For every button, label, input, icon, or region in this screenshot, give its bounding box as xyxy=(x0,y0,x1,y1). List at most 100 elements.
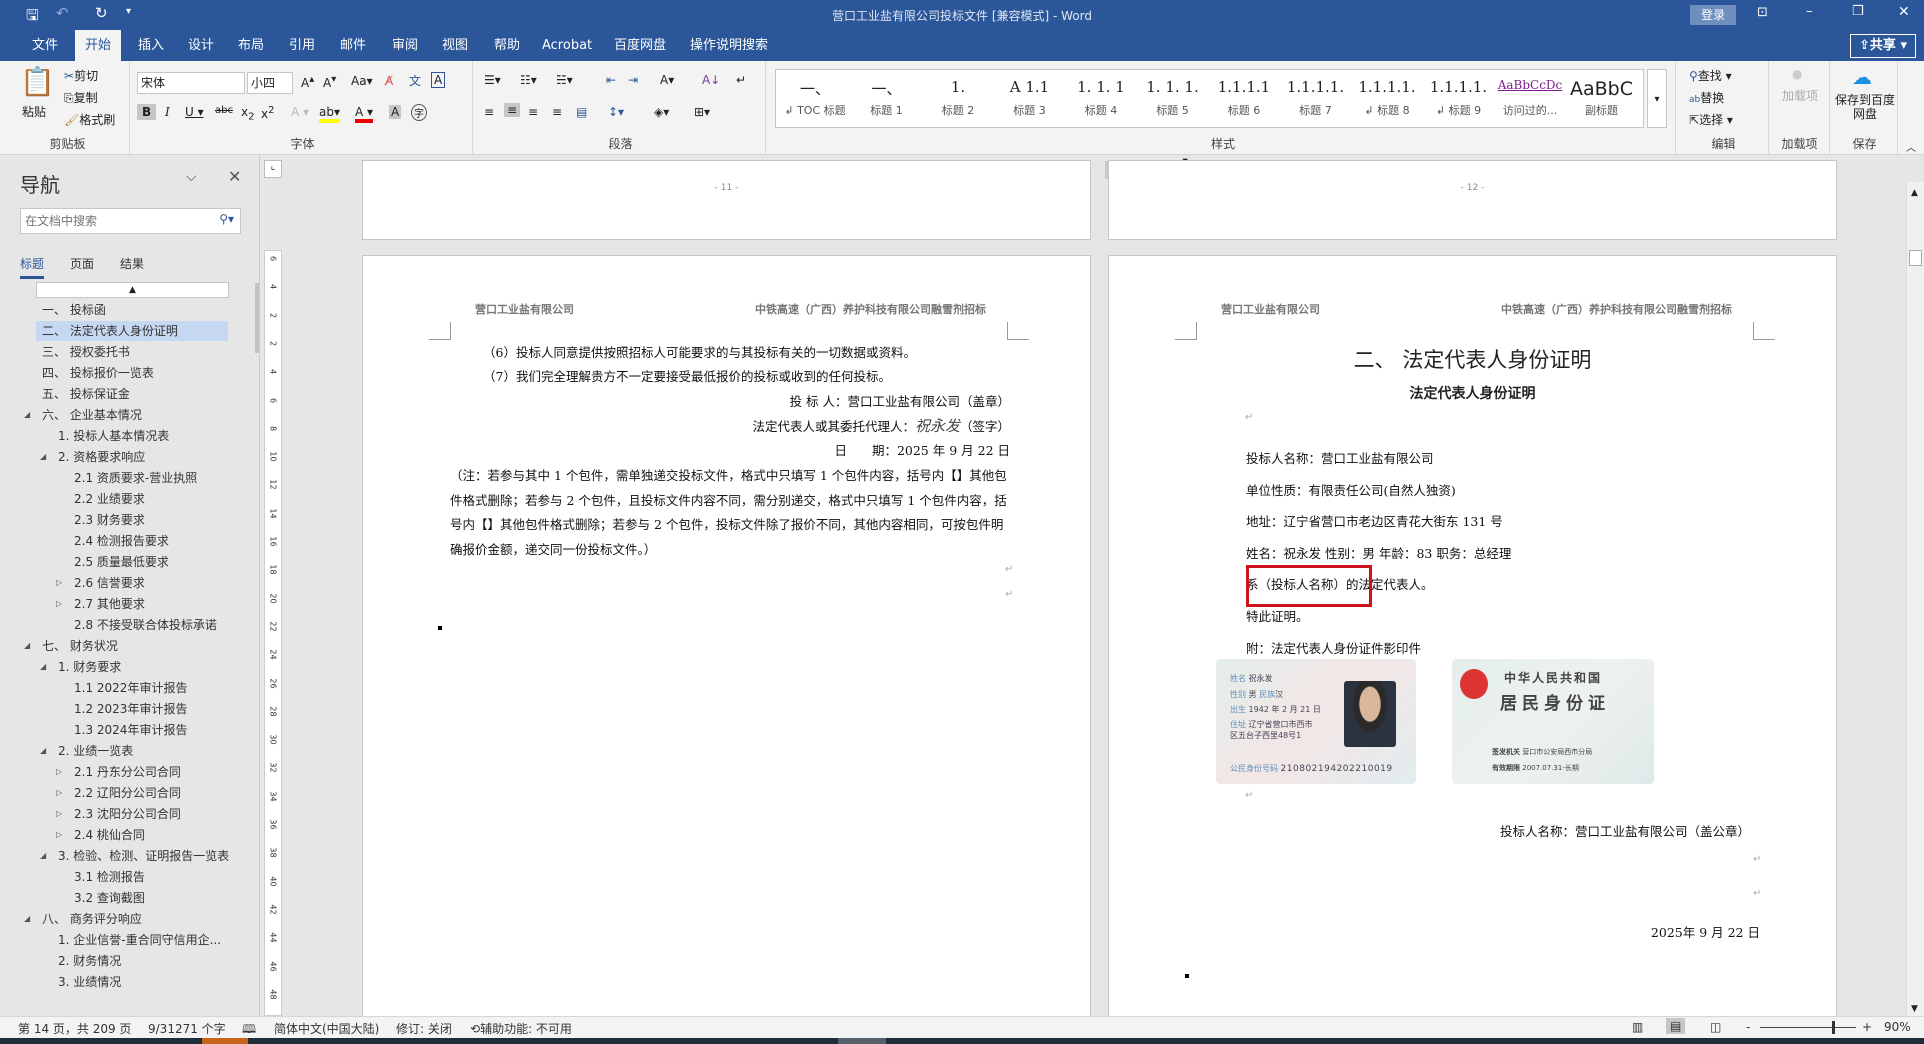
decrease-indent-icon[interactable]: ⇤ xyxy=(606,73,616,87)
show-marks-icon[interactable]: ↵ xyxy=(736,73,746,87)
enclose-char-icon[interactable]: 字 xyxy=(411,104,427,121)
align-center-icon[interactable]: ≡ xyxy=(504,103,521,117)
change-case-icon[interactable]: Aa▾ xyxy=(351,74,373,88)
page-count[interactable]: 第 14 页，共 209 页 xyxy=(18,1020,131,1037)
collapse-triangle-icon[interactable]: ◢ xyxy=(24,410,34,419)
underline-button[interactable]: U ▾ xyxy=(185,105,204,119)
nav-options-icon[interactable]: ⌵ xyxy=(186,169,197,185)
shrink-font-icon[interactable]: A▾ xyxy=(323,74,336,90)
accessibility-status[interactable]: ⟲辅助功能: 不可用 xyxy=(470,1020,572,1037)
nav-heading-item[interactable]: 1.3 2024年审计报告 xyxy=(36,720,228,740)
ribbon-display-icon[interactable]: ⊡ xyxy=(1757,5,1768,20)
style-item[interactable]: 1. 标题 2 xyxy=(925,70,991,127)
style-item[interactable]: AaBbC 副标题 xyxy=(1569,70,1635,127)
replace-button[interactable]: ab替换 xyxy=(1689,89,1724,106)
collapse-triangle-icon[interactable]: ◢ xyxy=(24,914,34,923)
multilevel-list-icon[interactable]: ☵▾ xyxy=(556,73,573,87)
nav-heading-item[interactable]: 2.8 不接受联合体投标承诺 xyxy=(36,615,228,635)
tab-12[interactable]: 操作说明搜索 xyxy=(680,30,778,61)
addins-button[interactable]: 加载项 xyxy=(1778,87,1822,104)
collapse-triangle-icon[interactable]: ◢ xyxy=(40,662,50,671)
nav-tab-1[interactable]: 页面 xyxy=(70,255,94,272)
save-to-baidu-button[interactable]: 保存到百度网盘 xyxy=(1835,93,1895,121)
collapse-triangle-icon[interactable]: ◢ xyxy=(40,746,50,755)
expand-triangle-icon[interactable]: ▷ xyxy=(56,599,66,608)
style-item[interactable]: 1. 1. 1 标题 4 xyxy=(1068,70,1134,127)
nav-heading-item[interactable]: 2.5 质量最低要求 xyxy=(36,552,228,572)
minimize-button[interactable]: – xyxy=(1806,4,1813,19)
font-color-icon[interactable]: A ▾ xyxy=(355,105,374,123)
collapse-triangle-icon[interactable]: ◢ xyxy=(24,641,34,650)
nav-tab-0[interactable]: 标题 xyxy=(20,255,45,279)
line-spacing-icon[interactable]: ↕▾ xyxy=(608,105,624,119)
collapse-triangle-icon[interactable]: ◢ xyxy=(40,851,50,860)
expand-triangle-icon[interactable]: ▷ xyxy=(56,788,66,797)
login-button[interactable]: 登录 xyxy=(1690,5,1736,25)
style-item[interactable]: AaBbCcDc 访问过的... xyxy=(1497,70,1563,127)
scrollbar-thumb[interactable] xyxy=(1909,250,1922,266)
zoom-slider[interactable] xyxy=(1760,1027,1856,1028)
strikethrough-button[interactable]: abc xyxy=(215,105,233,116)
track-changes-status[interactable]: 修订: 关闭 xyxy=(396,1020,452,1037)
tab-6[interactable]: 邮件 xyxy=(330,30,376,61)
increase-indent-icon[interactable]: ⇥ xyxy=(628,73,638,87)
paste-icon[interactable]: 📋 xyxy=(20,65,55,98)
tab-11[interactable]: 百度网盘 xyxy=(604,30,676,61)
tab-selector[interactable]: ⌞ xyxy=(264,160,282,178)
nav-heading-item[interactable]: 2. 资格要求响应 xyxy=(36,447,228,467)
subscript-button[interactable]: x2 xyxy=(241,105,254,122)
format-painter-button[interactable]: 🖌格式刷 xyxy=(64,111,115,128)
nav-heading-item[interactable]: 三、 授权委托书 xyxy=(36,342,228,362)
nav-heading-item[interactable]: 六、 企业基本情况 xyxy=(36,405,228,425)
paste-button[interactable]: 粘贴 xyxy=(22,103,46,120)
phonetic-guide-icon[interactable]: 文 xyxy=(409,72,421,89)
nav-heading-item[interactable]: 八、 商务评分响应 xyxy=(36,909,228,929)
zoom-level[interactable]: 90% xyxy=(1884,1020,1911,1034)
language-status[interactable]: 简体中文(中国大陆) xyxy=(274,1020,379,1037)
nav-heading-item[interactable]: 3.2 查询截图 xyxy=(36,888,228,908)
justify-icon[interactable]: ≡ xyxy=(552,105,562,119)
tab-5[interactable]: 引用 xyxy=(279,30,325,61)
zoom-slider-thumb[interactable] xyxy=(1832,1021,1836,1034)
nav-heading-item[interactable]: 四、 投标报价一览表 xyxy=(36,363,228,383)
nav-heading-item[interactable]: 五、 投标保证金 xyxy=(36,384,228,404)
font-size-select[interactable]: 小四 xyxy=(247,72,293,94)
web-layout-icon[interactable]: ◫ xyxy=(1710,1020,1721,1034)
bullets-icon[interactable]: ☰▾ xyxy=(484,73,501,87)
word-count[interactable]: 9/31271 个字 xyxy=(148,1020,226,1037)
tab-3[interactable]: 设计 xyxy=(178,30,224,61)
nav-heading-item[interactable]: 1. 企业信誉-重合同守信用企... xyxy=(36,930,228,950)
nav-search-input[interactable] xyxy=(25,210,205,232)
align-left-icon[interactable]: ≡ xyxy=(484,105,494,119)
share-button[interactable]: ⇪共享 ▾ xyxy=(1850,34,1916,58)
nav-heading-item[interactable]: 2.4 检测报告要求 xyxy=(36,531,228,551)
copy-button[interactable]: ⎘复制 xyxy=(64,89,98,106)
nav-heading-item[interactable]: 3.1 检测报告 xyxy=(36,867,228,887)
tab-10[interactable]: Acrobat xyxy=(532,30,602,61)
nav-heading-item[interactable]: 1. 投标人基本情况表 xyxy=(36,426,228,446)
cut-button[interactable]: ✂剪切 xyxy=(64,67,98,84)
clear-format-icon[interactable]: A̸ xyxy=(385,74,393,88)
tab-0[interactable]: 文件 xyxy=(22,30,68,61)
style-item[interactable]: 1. 1. 1. 标题 5 xyxy=(1140,70,1206,127)
vertical-ruler[interactable]: 6 4 2 2 4 6 8 10 12 14 16 18 20 22 24 26 28 30 32 34 36 38 40 4… xyxy=(264,250,282,1016)
nav-heading-item[interactable]: 二、 法定代表人身份证明 xyxy=(36,321,228,341)
close-button[interactable]: ✕ xyxy=(1898,4,1910,20)
sort-icon[interactable]: A↓ xyxy=(702,73,720,87)
styles-more-button[interactable]: ▾ xyxy=(1647,69,1667,128)
style-item[interactable]: 1.1.1.1. ↲ 标题 9 xyxy=(1426,70,1492,127)
style-item[interactable]: 1.1.1.1 标题 6 xyxy=(1211,70,1277,127)
char-shading-icon[interactable]: A xyxy=(389,105,402,119)
scroll-to-top-button[interactable]: ▲ xyxy=(36,282,229,298)
find-button[interactable]: ⚲查找 ▾ xyxy=(1689,67,1732,84)
collapse-triangle-icon[interactable]: ◢ xyxy=(40,452,50,461)
tab-7[interactable]: 审阅 xyxy=(382,30,428,61)
tab-8[interactable]: 视图 xyxy=(432,30,478,61)
style-item[interactable]: 1.1.1.1. 标题 7 xyxy=(1283,70,1349,127)
expand-triangle-icon[interactable]: ▷ xyxy=(56,830,66,839)
nav-heading-item[interactable]: 2.3 财务要求 xyxy=(36,510,228,530)
align-right-icon[interactable]: ≡ xyxy=(528,105,538,119)
nav-heading-item[interactable]: 2. 业绩一览表 xyxy=(36,741,228,761)
text-direction-icon[interactable]: A▾ xyxy=(660,73,674,87)
tab-4[interactable]: 布局 xyxy=(228,30,274,61)
